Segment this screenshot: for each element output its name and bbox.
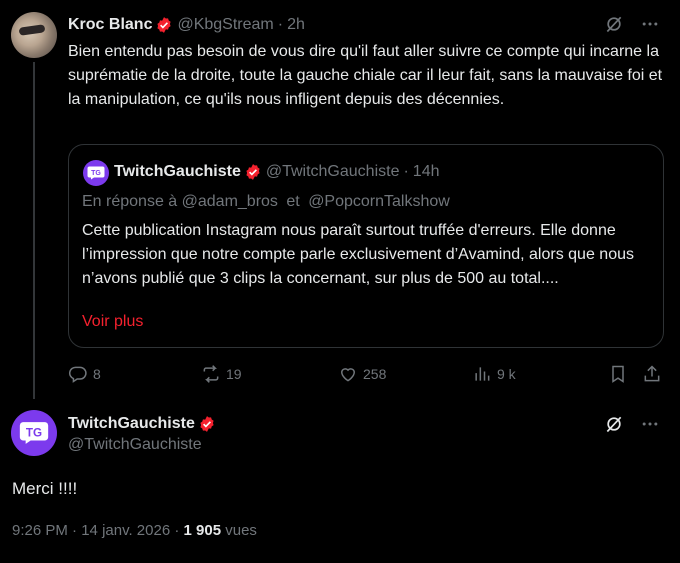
like-icon: [340, 368, 356, 382]
dot-separator: ·: [72, 522, 78, 539]
views-count: 9 k: [497, 366, 516, 382]
reply-author-name[interactable]: TwitchGauchiste: [68, 415, 195, 433]
repost-icon: [203, 365, 219, 383]
reply-mention-link[interactable]: @PopcornTalkshow: [308, 193, 450, 210]
reply-mention-link[interactable]: @adam_bros: [182, 193, 278, 210]
views-icon: [475, 367, 490, 381]
reply-context: En réponse à @adam_bros et @PopcornTalks…: [82, 193, 450, 211]
repost-button[interactable]: 19: [201, 362, 242, 386]
tweet-action-bar: 8 19 258 9 k: [68, 362, 664, 386]
reply-author-handle[interactable]: @TwitchGauchiste: [68, 436, 202, 454]
reply-top-actions: [604, 414, 660, 434]
share-icon: [644, 365, 660, 382]
grok-icon[interactable]: [604, 14, 624, 34]
quoted-tweet-card[interactable]: TG TwitchGauchiste @TwitchGauchiste · 14…: [68, 144, 664, 348]
author-name[interactable]: Kroc Blanc: [68, 16, 152, 34]
quoted-author-handle[interactable]: @TwitchGauchiste: [266, 163, 400, 181]
tweet-top-actions: [604, 14, 660, 34]
reply-author-row: TwitchGauchiste: [68, 413, 216, 435]
dot-separator: ·: [277, 16, 284, 33]
reply-and: et: [286, 193, 300, 210]
quoted-tweet-header: TwitchGauchiste @TwitchGauchiste · 14h: [114, 161, 440, 183]
reply-count: 8: [93, 366, 101, 382]
tweet-time[interactable]: 2h: [287, 16, 305, 34]
quoted-avatar-label: TG: [91, 170, 101, 177]
quoted-tweet-text: Cette publication Instagram nous paraît …: [82, 222, 634, 287]
more-icon[interactable]: [640, 14, 660, 34]
reply-text: Merci !!!!: [12, 479, 78, 498]
quoted-tweet-time[interactable]: 14h: [413, 163, 440, 181]
views-total: 1 905: [183, 522, 222, 539]
dot-separator: ·: [403, 163, 409, 180]
author-handle[interactable]: @KbgStream: [177, 16, 273, 34]
verified-badge-icon: [200, 416, 214, 432]
repost-count: 19: [226, 366, 242, 382]
reply-icon: [68, 366, 87, 383]
dot-separator: ·: [174, 522, 180, 539]
verified-badge-icon: [246, 164, 260, 180]
more-icon[interactable]: [640, 414, 660, 434]
tweet-metadata: 9:26 PM · 14 janv. 2026 · 1 905 vues: [12, 522, 257, 539]
quoted-avatar[interactable]: TG: [83, 160, 109, 186]
quoted-author-name[interactable]: TwitchGauchiste: [114, 163, 241, 181]
see-more-link[interactable]: Voir plus: [82, 313, 143, 331]
verified-badge-icon: [157, 17, 172, 33]
grok-icon[interactable]: [604, 414, 624, 434]
tweet-header: Kroc Blanc @KbgStream · 2h: [68, 14, 305, 36]
avatar[interactable]: [11, 12, 57, 58]
bookmark-icon: [612, 365, 624, 383]
views-button[interactable]: 9 k: [472, 362, 516, 386]
reply-button[interactable]: 8: [68, 362, 101, 386]
post-date[interactable]: 14 janv. 2026: [81, 522, 170, 539]
share-button[interactable]: [642, 362, 662, 386]
like-count: 258: [363, 366, 387, 382]
views-label: vues: [225, 522, 257, 539]
like-button[interactable]: 258: [338, 362, 386, 386]
post-time[interactable]: 9:26 PM: [12, 522, 68, 539]
reply-avatar-label: TG: [26, 426, 42, 439]
reply-avatar[interactable]: TG: [11, 410, 57, 456]
tweet-text: Bien entendu pas besoin de vous dire qu'…: [68, 43, 663, 108]
reply-prefix: En réponse à: [82, 193, 178, 210]
bookmark-button[interactable]: [608, 362, 628, 386]
thread-connector-line: [33, 62, 35, 399]
